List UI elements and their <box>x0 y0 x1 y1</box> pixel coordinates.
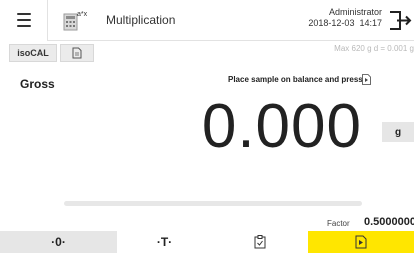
date: 2018-12-03 <box>308 18 355 28</box>
user-info: Administrator 2018-12-03 14:17 <box>308 7 382 29</box>
calculator-exponent-icon: a*x <box>63 11 88 31</box>
hamburger-menu-icon-line <box>17 25 31 27</box>
document-list-icon <box>72 47 82 59</box>
capacity-progress-bar <box>64 201 362 206</box>
store-button[interactable] <box>212 231 308 253</box>
iscal-button[interactable]: isoCAL <box>9 44 57 62</box>
weight-value: 0.000 <box>201 92 362 161</box>
factor-value: 0.5000000 <box>364 216 414 228</box>
report-button[interactable] <box>60 44 94 62</box>
unit-button[interactable]: g <box>382 122 414 142</box>
bottom-action-bar: ·0· ·T· <box>0 231 414 253</box>
logout-button[interactable] <box>386 0 414 41</box>
factor-label: Factor <box>327 219 350 228</box>
document-play-icon-small <box>362 74 371 85</box>
hamburger-menu-icon <box>17 13 31 15</box>
mode-label: Gross <box>20 77 55 91</box>
zero-button[interactable]: ·0· <box>0 231 117 253</box>
instruction-text: Place sample on balance and press <box>228 75 363 84</box>
app-header: a*x Multiplication Administrator 2018-12… <box>0 0 414 41</box>
hamburger-menu-icon-line <box>17 19 31 21</box>
balance-specs: Max 620 g d = 0.001 g <box>334 44 414 53</box>
clipboard-check-icon <box>254 235 266 249</box>
user-name: Administrator <box>328 7 382 17</box>
app-icon-glyph: a*x <box>77 11 88 18</box>
menu-button[interactable] <box>0 0 48 41</box>
date-time: 2018-12-03 14:17 <box>308 18 382 29</box>
logout-arrow-icon <box>390 11 412 30</box>
document-play-icon <box>355 235 367 249</box>
start-button[interactable] <box>308 231 414 253</box>
tare-button[interactable]: ·T· <box>117 231 212 253</box>
app-title: Multiplication <box>106 13 176 27</box>
time: 14:17 <box>359 18 382 28</box>
